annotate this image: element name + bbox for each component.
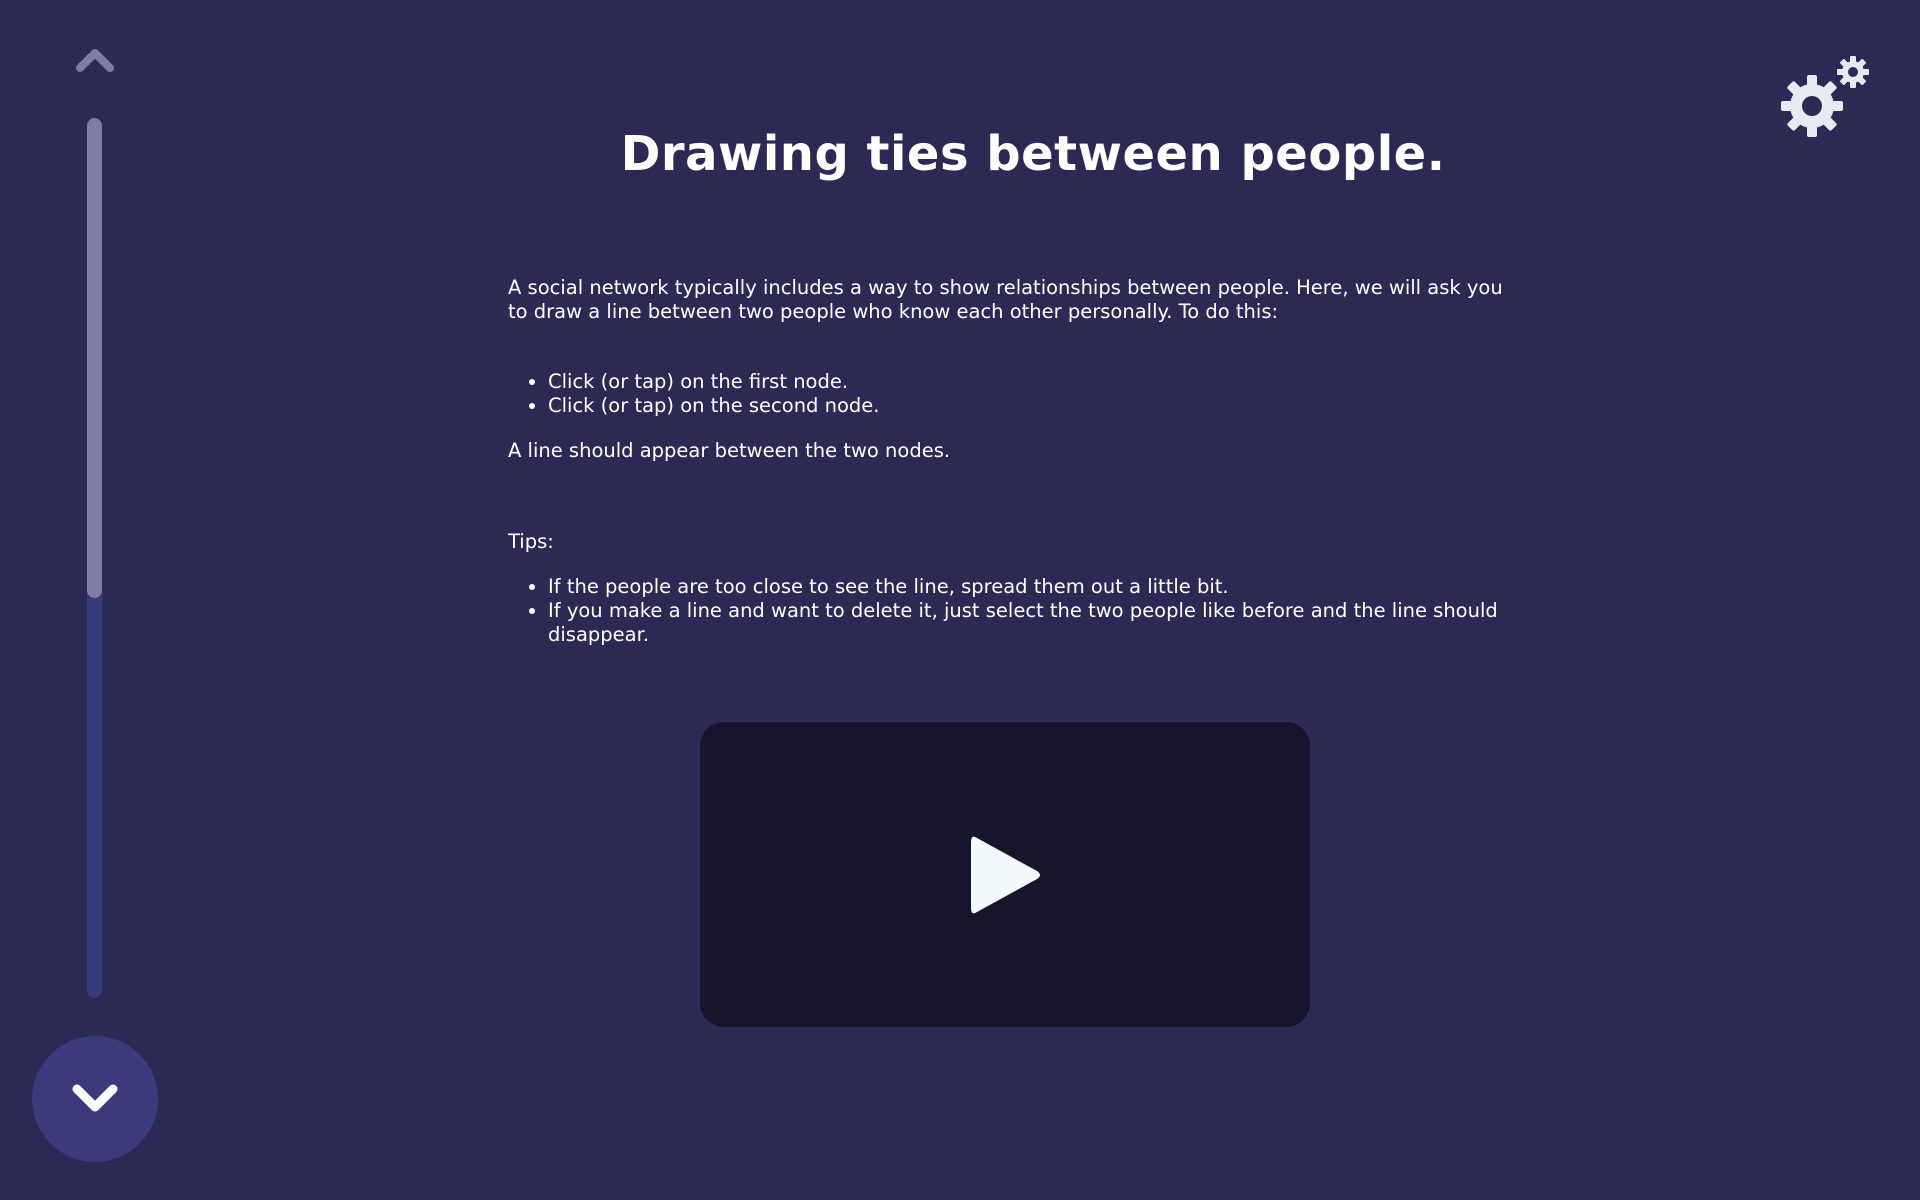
intro-paragraph: A social network typically includes a wa… xyxy=(508,276,1503,323)
tips-list: If the people are too close to see the l… xyxy=(508,575,1518,647)
list-item: Click (or tap) on the first node. xyxy=(548,370,1518,394)
video-player[interactable] xyxy=(700,722,1310,1027)
chevron-down-icon xyxy=(72,1084,118,1112)
list-item: If you make a line and want to delete it… xyxy=(548,599,1518,647)
interview-screen: Drawing ties between people. A social ne… xyxy=(0,0,1920,1200)
stage-progress-bar xyxy=(87,118,102,998)
chevron-up-icon xyxy=(76,49,114,72)
next-stage-button[interactable] xyxy=(32,1036,158,1162)
result-paragraph: A line should appear between the two nod… xyxy=(508,439,951,462)
page-title: Drawing ties between people. xyxy=(620,126,1446,182)
information-content: A social network typically includes a wa… xyxy=(508,276,1518,647)
steps-list: Click (or tap) on the first node. Click … xyxy=(508,370,1518,418)
play-icon[interactable] xyxy=(963,830,1047,920)
stage-progress-fill xyxy=(87,118,102,598)
previous-stage-button[interactable] xyxy=(70,42,120,78)
list-item: Click (or tap) on the second node. xyxy=(548,394,1518,418)
list-item: If the people are too close to see the l… xyxy=(548,575,1518,599)
tips-label: Tips: xyxy=(508,530,554,553)
